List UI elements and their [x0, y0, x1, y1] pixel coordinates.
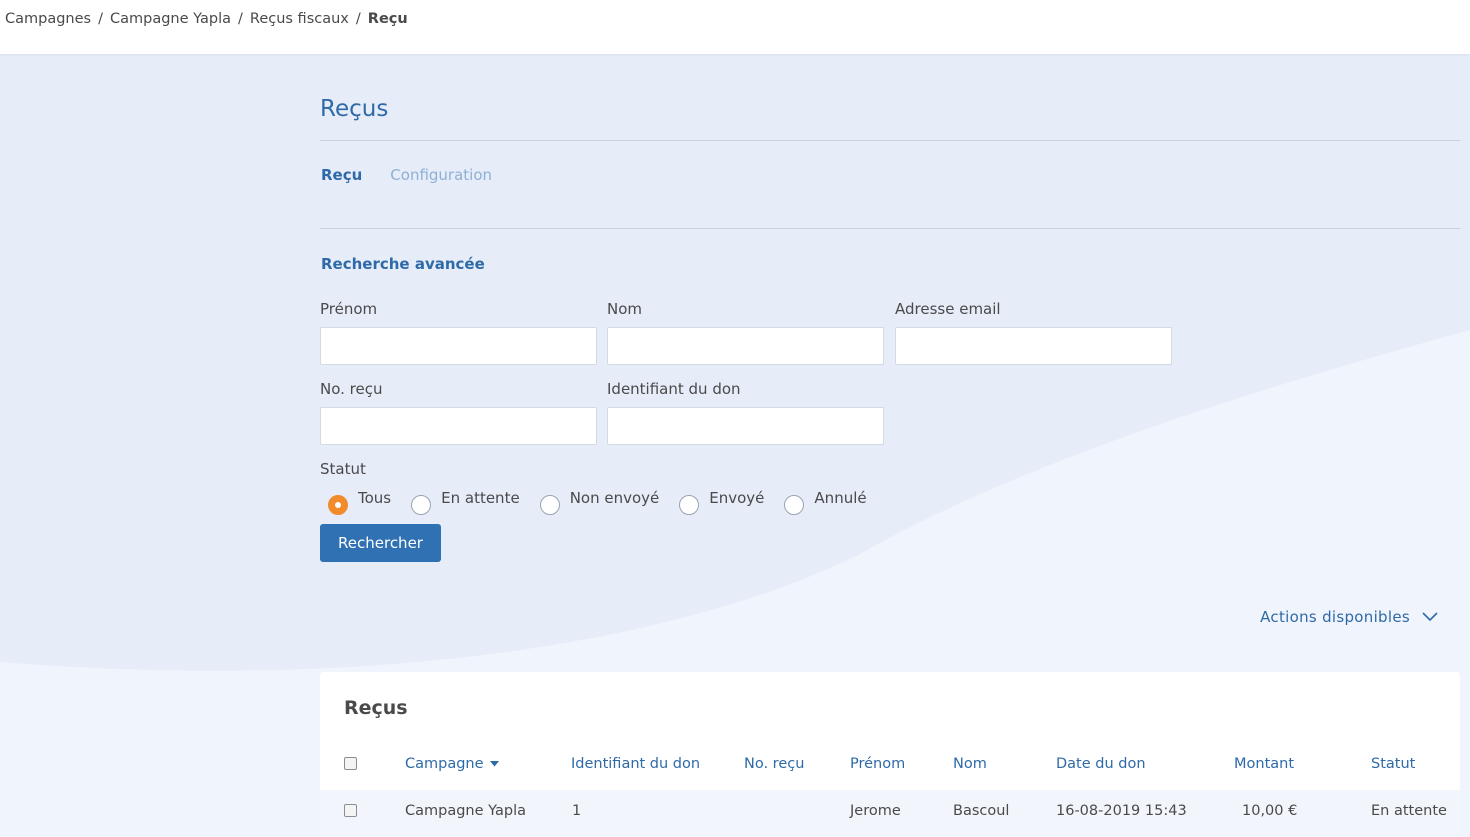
cell-prenom: Jerome	[850, 803, 901, 819]
row-checkbox[interactable]	[344, 804, 357, 817]
search-button[interactable]: Rechercher	[320, 524, 441, 562]
sort-caret-icon	[489, 761, 499, 767]
status-radio-tous[interactable]: Tous	[328, 489, 391, 515]
column-header-label: Campagne	[405, 756, 484, 772]
available-actions-dropdown[interactable]: Actions disponibles	[1260, 608, 1438, 626]
status-radio-non-envoye[interactable]: Non envoyé	[539, 489, 660, 515]
receipts-table-card: Reçus Campagne Identifiant du don No. re…	[320, 672, 1460, 837]
radio-unchecked-icon[interactable]	[411, 495, 432, 515]
radio-label: Envoyé	[709, 489, 765, 507]
last-name-input[interactable]	[607, 327, 884, 365]
radio-unchecked-icon[interactable]	[539, 495, 560, 515]
radio-checked-icon[interactable]	[328, 495, 348, 515]
radio-label: Non envoyé	[569, 489, 660, 507]
status-radio-group: Tous En attente Non envoyé Envoyé Annulé	[328, 489, 887, 515]
cell-identifiant: 1	[572, 803, 582, 819]
column-header-identifiant[interactable]: Identifiant du don	[571, 756, 700, 772]
email-input[interactable]	[895, 327, 1172, 365]
top-bar: Campagnes / Campagne Yapla / Reçus fisca…	[0, 0, 1470, 54]
receipt-no-input[interactable]	[320, 407, 597, 445]
column-header-no-recu[interactable]: No. reçu	[744, 756, 804, 772]
breadcrumb-item-campagnes[interactable]: Campagnes	[5, 11, 91, 27]
status-radio-en-attente[interactable]: En attente	[411, 489, 520, 515]
donation-id-input[interactable]	[607, 407, 884, 445]
column-header-statut[interactable]: Statut	[1371, 756, 1415, 772]
cell-statut: En attente	[1371, 803, 1447, 819]
status-radio-envoye[interactable]: Envoyé	[679, 489, 764, 515]
status-radio-annule[interactable]: Annulé	[784, 489, 867, 515]
cell-campagne: Campagne Yapla	[405, 803, 527, 819]
radio-label: Annulé	[814, 489, 867, 507]
radio-label: Tous	[358, 489, 392, 507]
status-label: Statut	[320, 460, 366, 478]
tab-configuration[interactable]: Configuration	[390, 166, 492, 184]
column-header-date[interactable]: Date du don	[1056, 756, 1146, 772]
first-name-label: Prénom	[320, 300, 378, 318]
column-header-campagne[interactable]: Campagne	[405, 756, 499, 772]
table-title: Reçus	[344, 697, 408, 719]
page-title: Reçus	[320, 96, 389, 122]
receipt-no-label: No. reçu	[320, 380, 383, 398]
column-header-prenom[interactable]: Prénom	[850, 756, 905, 772]
radio-label: En attente	[441, 489, 520, 507]
cell-nom: Bascoul	[953, 803, 1010, 819]
breadcrumb: Campagnes / Campagne Yapla / Reçus fisca…	[5, 11, 408, 27]
radio-unchecked-icon[interactable]	[679, 495, 700, 515]
advanced-search-title[interactable]: Recherche avancée	[321, 255, 485, 273]
column-header-montant[interactable]: Montant	[1234, 756, 1294, 772]
breadcrumb-item-recus-fiscaux[interactable]: Reçus fiscaux	[250, 11, 349, 27]
available-actions-label: Actions disponibles	[1260, 608, 1410, 626]
tab-recu[interactable]: Reçu	[321, 166, 362, 184]
breadcrumb-separator: /	[238, 11, 243, 27]
divider	[320, 140, 1460, 141]
radio-unchecked-icon[interactable]	[784, 495, 805, 515]
donation-id-label: Identifiant du don	[607, 380, 741, 398]
first-name-input[interactable]	[320, 327, 597, 365]
divider	[320, 228, 1460, 229]
cell-montant: 10,00 €	[1242, 803, 1298, 819]
breadcrumb-separator: /	[98, 11, 103, 27]
breadcrumb-item-campagne-yapla[interactable]: Campagne Yapla	[110, 11, 231, 27]
select-all-checkbox[interactable]	[344, 757, 357, 770]
chevron-down-icon	[1422, 612, 1438, 622]
cell-date: 16-08-2019 15:43	[1056, 803, 1187, 819]
tab-bar: Reçu Configuration	[321, 166, 492, 184]
breadcrumb-separator: /	[355, 11, 361, 27]
last-name-label: Nom	[607, 300, 643, 318]
email-label: Adresse email	[895, 300, 1001, 318]
breadcrumb-current: Reçu	[367, 11, 408, 27]
column-header-nom[interactable]: Nom	[953, 756, 987, 772]
